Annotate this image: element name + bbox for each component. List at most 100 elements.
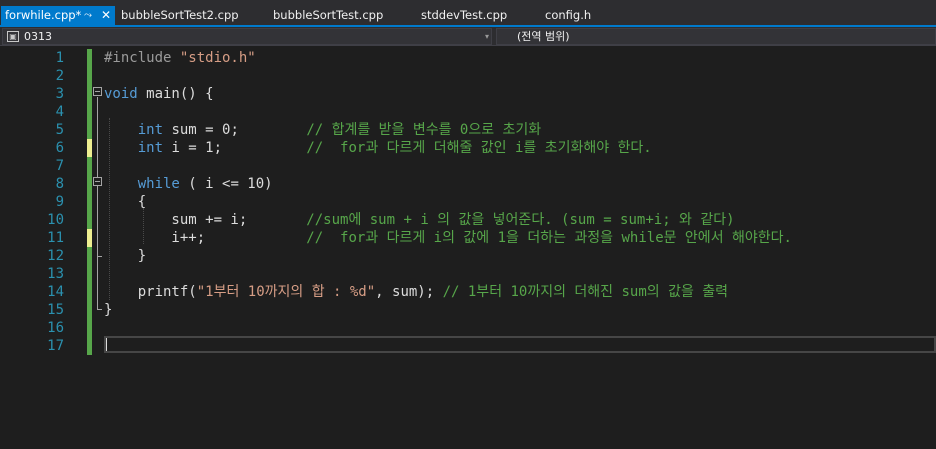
- keyword-token: int: [137, 122, 164, 138]
- saved-change-marker: [87, 247, 92, 265]
- line-number: 11: [47, 230, 64, 246]
- line-number: 15: [47, 302, 64, 318]
- comment-token: // for과 다르게 i의 값에 1을 더하는 과정을 while문 안에서 …: [306, 230, 792, 246]
- saved-change-marker: [87, 337, 92, 355]
- code-line: }: [104, 301, 112, 319]
- member-scope-dropdown[interactable]: (전역 범위): [496, 28, 936, 45]
- project-scope-dropdown[interactable]: ▣ 0313 ▾: [2, 28, 492, 45]
- keyword-token: void: [104, 86, 138, 102]
- pin-icon[interactable]: ⤳: [84, 6, 92, 25]
- collapse-while-toggle[interactable]: [93, 177, 102, 186]
- fold-region-line: [97, 187, 98, 256]
- project-icon: ▣: [7, 31, 19, 42]
- unsaved-change-marker: [87, 139, 92, 157]
- saved-change-marker: [87, 265, 92, 283]
- current-line-highlight: [104, 336, 936, 353]
- code-token: sum = 0;: [163, 122, 307, 138]
- code-line: sum += i; //sum에 sum + i 의 값을 넣어준다. (sum…: [104, 211, 735, 229]
- tab-label: forwhile.cpp*: [5, 8, 82, 22]
- line-number: 3: [55, 86, 64, 102]
- unsaved-change-marker: [87, 229, 92, 247]
- line-number: 7: [55, 158, 64, 174]
- tab-bubblesorttest-cpp[interactable]: bubbleSortTest.cpp: [273, 6, 383, 25]
- chevron-down-icon[interactable]: ▾: [485, 29, 489, 44]
- text-caret: [106, 338, 107, 351]
- tab-stddevtest-cpp[interactable]: stddevTest.cpp: [421, 6, 507, 25]
- code-token: ( i <= 10): [179, 176, 273, 192]
- code-token: sum += i;: [104, 212, 307, 228]
- saved-change-marker: [87, 175, 92, 193]
- fold-region-end: [97, 309, 102, 310]
- fold-region-end: [97, 256, 102, 257]
- line-number: 6: [55, 140, 64, 156]
- code-line: while ( i <= 10): [104, 175, 273, 193]
- saved-change-marker: [87, 283, 92, 301]
- comment-token: //sum에 sum + i 의 값을 넣어준다. (sum = sum+i; …: [306, 212, 735, 228]
- keyword-token: while: [137, 176, 180, 192]
- code-token: }: [104, 302, 113, 318]
- line-number: 5: [55, 122, 64, 138]
- string-token: "1부터 10까지의 합 : %d": [196, 284, 376, 300]
- code-line: #include "stdio.h": [104, 49, 256, 67]
- code-editor[interactable]: 1 2 3 4 5 6 7 8 9 10 11 12 13 14 15 16 17 #include "stdi…: [0, 46, 936, 449]
- code-token: i = 1;: [163, 140, 307, 156]
- comment-token: // 1부터 10까지의 더해진 sum의 값을 출력: [442, 284, 729, 300]
- saved-change-marker: [87, 319, 92, 337]
- saved-change-marker: [87, 103, 92, 121]
- line-number: 10: [47, 212, 64, 228]
- document-tab-strip: forwhile.cpp* ⤳ ✕ bubbleSortTest2.cpp bu…: [0, 0, 936, 25]
- glyph-margin: [0, 46, 20, 449]
- saved-change-marker: [87, 49, 92, 67]
- code-line: }: [104, 247, 146, 265]
- comment-token: // 합계를 받을 변수를 0으로 초기화: [306, 122, 542, 138]
- tab-config-h[interactable]: config.h: [545, 6, 591, 25]
- close-icon[interactable]: ✕: [101, 6, 111, 25]
- tab-forwhile-cpp[interactable]: forwhile.cpp* ⤳ ✕: [1, 6, 115, 25]
- navigation-bar: ▣ 0313 ▾ (전역 범위): [0, 27, 936, 46]
- saved-change-marker: [87, 85, 92, 103]
- code-token: main() {: [137, 86, 214, 102]
- code-line: {: [104, 193, 146, 211]
- line-number: 2: [55, 68, 64, 84]
- line-number: 4: [55, 104, 64, 120]
- line-number: 12: [47, 248, 64, 264]
- saved-change-marker: [87, 67, 92, 85]
- line-number: 16: [47, 320, 64, 336]
- comment-token: // for과 다르게 더해줄 값인 i를 초기화해야 한다.: [306, 140, 652, 156]
- code-token: }: [104, 248, 147, 264]
- tab-label: bubbleSortTest.cpp: [273, 8, 384, 22]
- line-number: 1: [55, 50, 64, 66]
- tab-label: config.h: [545, 8, 592, 22]
- line-number: 8: [55, 176, 64, 192]
- line-number: 17: [47, 338, 64, 354]
- string-token: "stdio.h": [179, 50, 256, 66]
- saved-change-marker: [87, 157, 92, 175]
- line-number: 14: [47, 284, 64, 300]
- keyword-token: int: [137, 140, 164, 156]
- project-scope-value: 0313: [24, 30, 52, 43]
- code-line: void main() {: [104, 85, 214, 103]
- tab-label: bubbleSortTest2.cpp: [121, 8, 239, 22]
- code-line: i++; // for과 다르게 i의 값에 1을 더하는 과정을 while문…: [104, 229, 792, 247]
- collapse-main-toggle[interactable]: [93, 87, 102, 96]
- code-token: printf(: [104, 284, 197, 300]
- code-token: i++;: [104, 230, 307, 246]
- saved-change-marker: [87, 121, 92, 139]
- tab-label: stddevTest.cpp: [421, 8, 508, 22]
- saved-change-marker: [87, 193, 92, 211]
- saved-change-marker: [87, 211, 92, 229]
- code-line: printf("1부터 10까지의 합 : %d", sum); // 1부터 …: [104, 283, 728, 301]
- saved-change-marker: [87, 301, 92, 319]
- code-token: , sum);: [375, 284, 443, 300]
- line-number: 9: [55, 194, 64, 210]
- member-scope-value: (전역 범위): [517, 30, 570, 43]
- line-number: 13: [47, 266, 64, 282]
- code-line: int i = 1; // for과 다르게 더해줄 값인 i를 초기화해야 한…: [104, 139, 652, 157]
- preprocessor-token: #include: [104, 50, 180, 66]
- code-line: int sum = 0; // 합계를 받을 변수를 0으로 초기화: [104, 121, 541, 139]
- code-token: {: [104, 194, 147, 210]
- tab-bubblesorttest2-cpp[interactable]: bubbleSortTest2.cpp: [121, 6, 239, 25]
